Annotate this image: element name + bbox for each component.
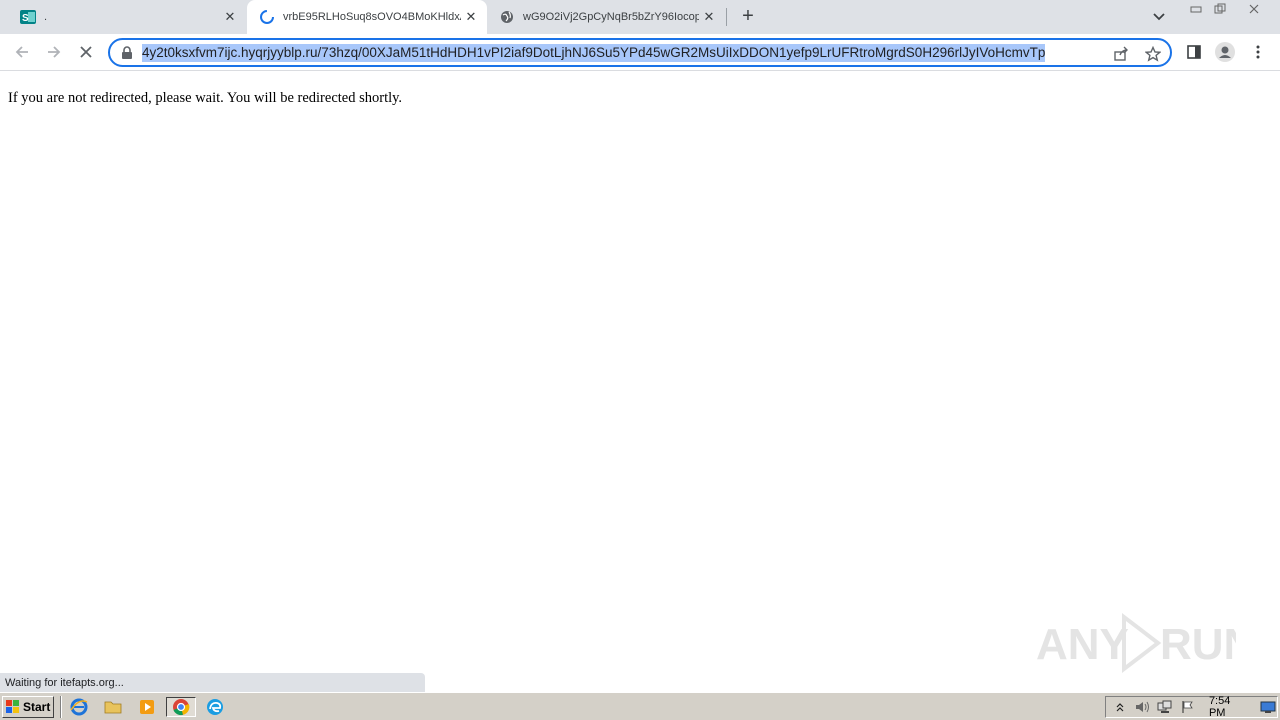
status-bubble: Waiting for itefapts.org... <box>0 673 425 693</box>
tab-strip: S . ✕ vrbE95RLHoSuq8sOVO4BMoKHldxAlI ✕ w… <box>0 0 1280 34</box>
loading-spinner-icon <box>259 9 275 25</box>
taskbar-divider <box>60 696 62 718</box>
sway-icon: S <box>20 9 36 25</box>
redirect-message: If you are not redirected, please wait. … <box>8 90 403 106</box>
menu-kebab-icon[interactable] <box>1248 42 1268 62</box>
forward-arrow-icon[interactable] <box>44 42 64 62</box>
volume-icon[interactable] <box>1134 699 1152 715</box>
edge-icon[interactable] <box>204 697 226 717</box>
folder-icon[interactable] <box>102 697 124 717</box>
share-icon[interactable] <box>1112 45 1130 63</box>
page-content: If you are not redirected, please wait. … <box>0 72 1280 693</box>
lock-icon[interactable] <box>121 46 133 60</box>
tab-title: vrbE95RLHoSuq8sOVO4BMoKHldxAlI <box>283 11 461 23</box>
start-button[interactable]: Start <box>2 696 54 718</box>
tray-expand-arrow-icon[interactable] <box>1111 699 1129 715</box>
stop-loading-icon[interactable] <box>76 42 96 62</box>
back-arrow-icon[interactable] <box>12 42 32 62</box>
new-tab-button[interactable]: + <box>737 6 759 27</box>
svg-text:ANY: ANY <box>1036 620 1129 669</box>
browser-toolbar: 4y2t0ksxfvm7ijc.hyqrjyyblp.ru/73hzq/00XJ… <box>0 34 1280 71</box>
tab-title: wG9O2iVj2GpCyNqBr5bZrY96Iocop3 <box>523 11 699 23</box>
globe-icon <box>499 9 515 25</box>
network-icon[interactable] <box>1156 699 1174 715</box>
chrome-icon[interactable] <box>166 697 196 717</box>
profile-avatar-icon[interactable] <box>1215 42 1235 62</box>
anyrun-watermark: ANY RUN ANY RUN <box>1036 609 1255 677</box>
side-panel-icon[interactable] <box>1184 42 1204 62</box>
windows-logo-icon <box>6 700 20 714</box>
tab-title: . <box>44 11 48 23</box>
start-label: Start <box>23 700 51 714</box>
restore-icon[interactable] <box>1209 2 1231 16</box>
watermark-text: ANY RUN <box>1236 609 1237 610</box>
tab-active[interactable]: vrbE95RLHoSuq8sOVO4BMoKHldxAlI ✕ <box>247 0 487 34</box>
close-tab-icon[interactable]: ✕ <box>461 7 481 27</box>
minimize-icon[interactable] <box>1185 2 1207 16</box>
show-desktop-icon[interactable] <box>1259 699 1277 715</box>
bookmark-star-icon[interactable] <box>1144 45 1162 63</box>
tab-search-chevron-icon[interactable] <box>1152 9 1170 25</box>
internet-explorer-icon[interactable] <box>68 697 90 717</box>
action-center-flag-icon[interactable] <box>1179 699 1197 715</box>
svg-text:RUN: RUN <box>1160 620 1236 669</box>
tab-sway[interactable]: S . ✕ <box>8 0 246 34</box>
windows-taskbar: Start 7:54 PM <box>0 692 1280 720</box>
system-tray: 7:54 PM <box>1105 695 1278 719</box>
address-url-text[interactable]: 4y2t0ksxfvm7ijc.hyqrjyyblp.ru/73hzq/00XJ… <box>142 44 1046 62</box>
svg-text:S: S <box>22 13 29 24</box>
address-bar[interactable]: 4y2t0ksxfvm7ijc.hyqrjyyblp.ru/73hzq/00XJ… <box>108 38 1172 67</box>
taskbar-clock[interactable]: 7:54 PM <box>1209 695 1249 719</box>
tab-divider <box>726 8 727 26</box>
close-window-icon[interactable] <box>1243 2 1265 16</box>
close-tab-icon[interactable]: ✕ <box>699 7 719 27</box>
media-player-icon[interactable] <box>136 697 158 717</box>
close-tab-icon[interactable]: ✕ <box>220 7 240 27</box>
tab-globe[interactable]: wG9O2iVj2GpCyNqBr5bZrY96Iocop3 ✕ <box>487 0 725 34</box>
